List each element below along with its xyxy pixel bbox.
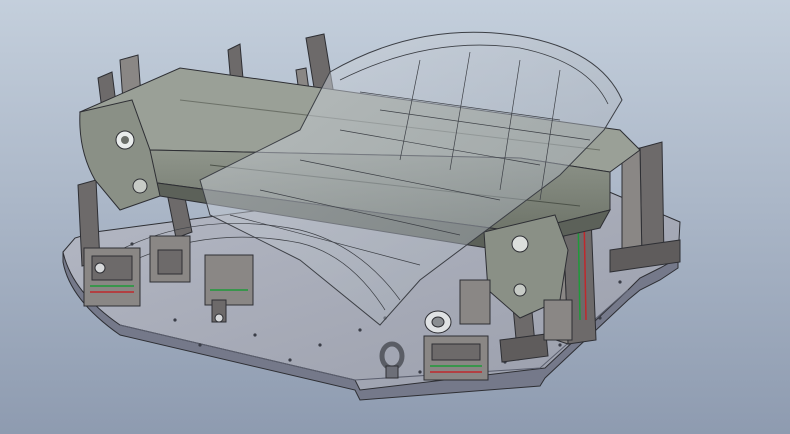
- clamp-block-center-left: [149, 235, 191, 283]
- clamp-block-front: [423, 335, 489, 381]
- assembly-render: [0, 0, 790, 434]
- cad-viewport[interactable]: [0, 0, 790, 434]
- clamp-block-left: [83, 247, 141, 307]
- locating-pin-front: [424, 310, 452, 334]
